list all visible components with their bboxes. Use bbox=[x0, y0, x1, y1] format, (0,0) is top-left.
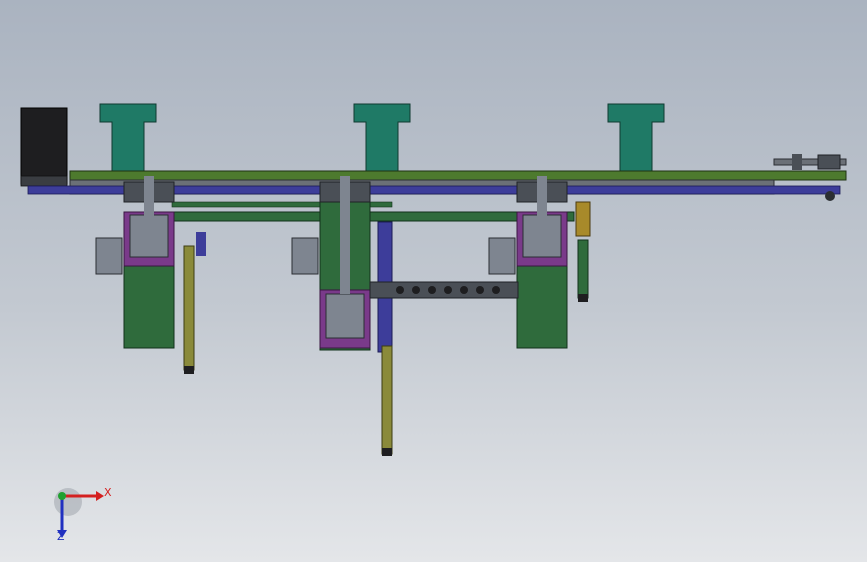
motor-flange bbox=[20, 175, 68, 187]
secondary-green-beam[interactable] bbox=[171, 211, 575, 222]
belt-tensioner[interactable] bbox=[773, 154, 847, 170]
triad-x-label: X bbox=[104, 486, 112, 499]
triad-y-axis bbox=[58, 492, 66, 500]
cable-drag-chain[interactable] bbox=[369, 281, 519, 299]
top-bracket-right[interactable] bbox=[607, 103, 665, 172]
main-frame-top-beam[interactable] bbox=[69, 170, 847, 181]
top-bracket-center[interactable] bbox=[353, 103, 411, 172]
stepper-motor[interactable] bbox=[20, 107, 68, 185]
triad-origin-shadow bbox=[54, 488, 82, 516]
triad-z-label: Z bbox=[57, 530, 65, 543]
triad-x-arrowhead bbox=[96, 491, 104, 501]
top-bracket-left[interactable] bbox=[99, 103, 157, 172]
gripper-module-right[interactable] bbox=[488, 176, 591, 349]
assembly-model[interactable] bbox=[0, 0, 867, 562]
graphics-viewport[interactable]: X Z bbox=[0, 0, 867, 562]
idler-pulley bbox=[825, 191, 835, 201]
